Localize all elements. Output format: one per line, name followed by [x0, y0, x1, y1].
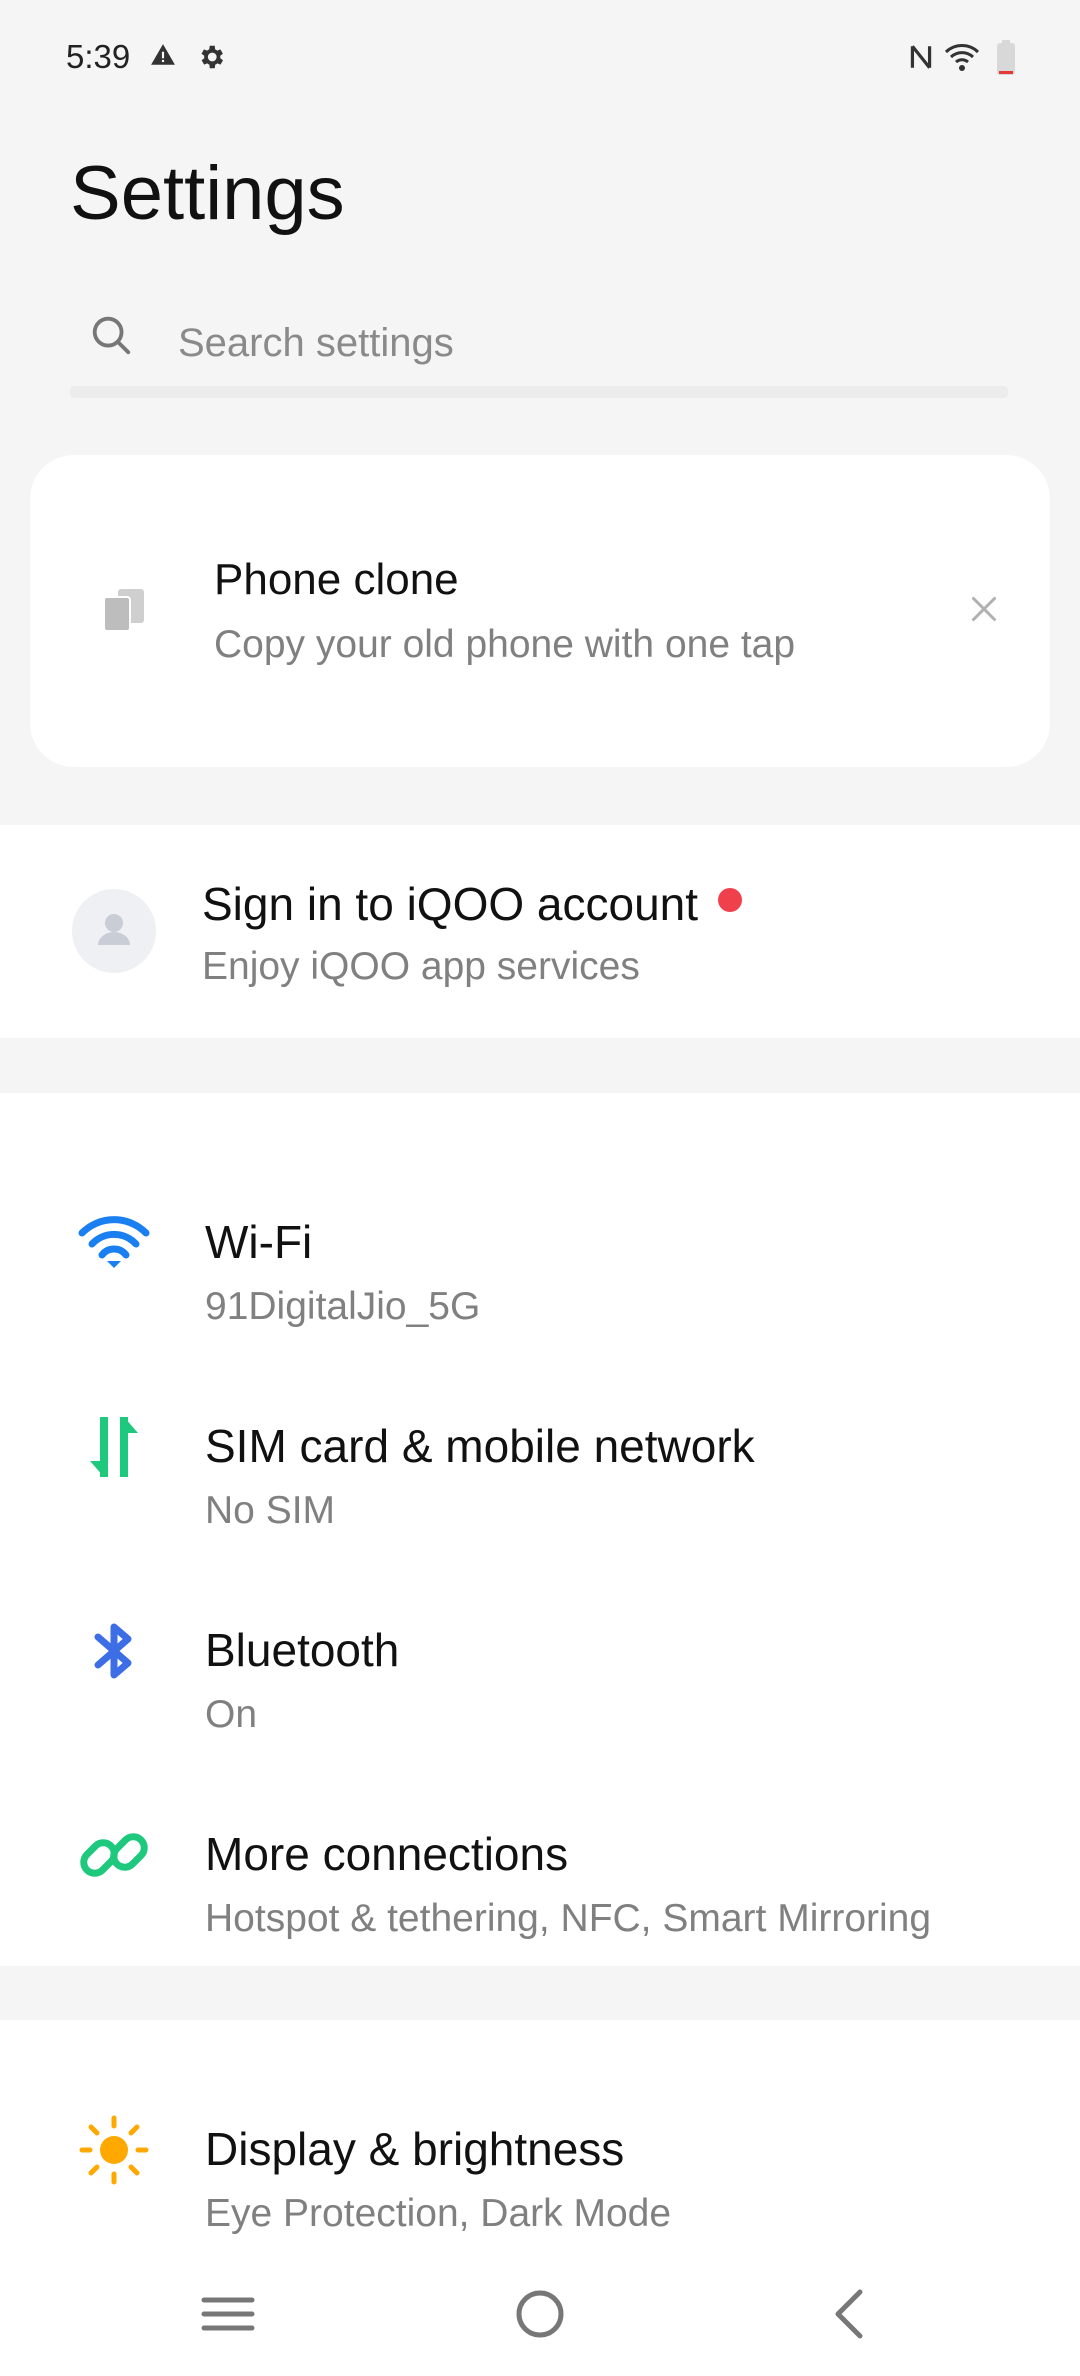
avatar — [72, 889, 156, 973]
bluetooth-icon — [76, 1613, 152, 1689]
warning-icon — [150, 42, 176, 73]
settings-item-wifi[interactable]: Wi-Fi 91DigitalJio_5G — [0, 1143, 1080, 1347]
settings-item-display[interactable]: Display & brightness Eye Protection, Dar… — [0, 2050, 1080, 2254]
settings-item-more-connections[interactable]: More connections Hotspot & tethering, NF… — [0, 1755, 1080, 1959]
bluetooth-title: Bluetooth — [205, 1624, 400, 1676]
navigation-bar — [0, 2250, 1080, 2376]
settings-item-bluetooth[interactable]: Bluetooth On — [0, 1551, 1080, 1755]
notification-dot — [718, 888, 742, 912]
account-row[interactable]: Sign in to iQOO account Enjoy iQOO app s… — [0, 825, 1080, 1038]
status-time: 5:39 — [66, 38, 131, 75]
link-icon — [76, 1817, 152, 1893]
close-icon[interactable] — [966, 591, 1002, 632]
display-subtitle: Eye Protection, Dark Mode — [205, 2192, 672, 2235]
gear-icon — [196, 42, 226, 77]
phone-clone-icon — [100, 585, 150, 640]
account-title: Sign in to iQOO account — [202, 878, 699, 930]
wifi-subtitle: 91DigitalJio_5G — [205, 1285, 481, 1328]
phone-clone-title: Phone clone — [214, 555, 459, 604]
status-bar: 5:39 — [0, 0, 1080, 120]
more-connections-title: More connections — [205, 1828, 569, 1880]
page-title: Settings — [70, 151, 345, 236]
search-icon — [88, 312, 134, 363]
search-underline — [70, 386, 1008, 398]
phone-clone-subtitle: Copy your old phone with one tap — [214, 623, 796, 666]
sim-network-icon — [76, 1409, 152, 1485]
battery-icon — [996, 40, 1016, 81]
back-icon[interactable] — [810, 2274, 890, 2354]
menu-icon[interactable] — [188, 2274, 268, 2354]
nfc-icon — [908, 42, 934, 77]
settings-item-sim[interactable]: SIM card & mobile network No SIM — [0, 1347, 1080, 1551]
wifi-title: Wi-Fi — [205, 1216, 313, 1268]
home-icon[interactable] — [500, 2274, 580, 2354]
phone-clone-card[interactable]: Phone clone Copy your old phone with one… — [30, 455, 1050, 767]
account-subtitle: Enjoy iQOO app services — [202, 945, 640, 988]
wifi-icon — [76, 1205, 152, 1281]
search-bar[interactable] — [70, 290, 1008, 398]
display-title: Display & brightness — [205, 2123, 625, 2175]
more-connections-subtitle: Hotspot & tethering, NFC, Smart Mirrorin… — [205, 1897, 932, 1940]
sim-title: SIM card & mobile network — [205, 1420, 755, 1472]
sim-subtitle: No SIM — [205, 1489, 336, 1532]
sun-icon — [76, 2112, 152, 2188]
wifi-status-icon — [944, 42, 980, 77]
bluetooth-subtitle: On — [205, 1693, 258, 1736]
search-input[interactable] — [176, 310, 980, 376]
connections-section: Wi-Fi 91DigitalJio_5G SIM card & mobile … — [0, 1093, 1080, 1966]
